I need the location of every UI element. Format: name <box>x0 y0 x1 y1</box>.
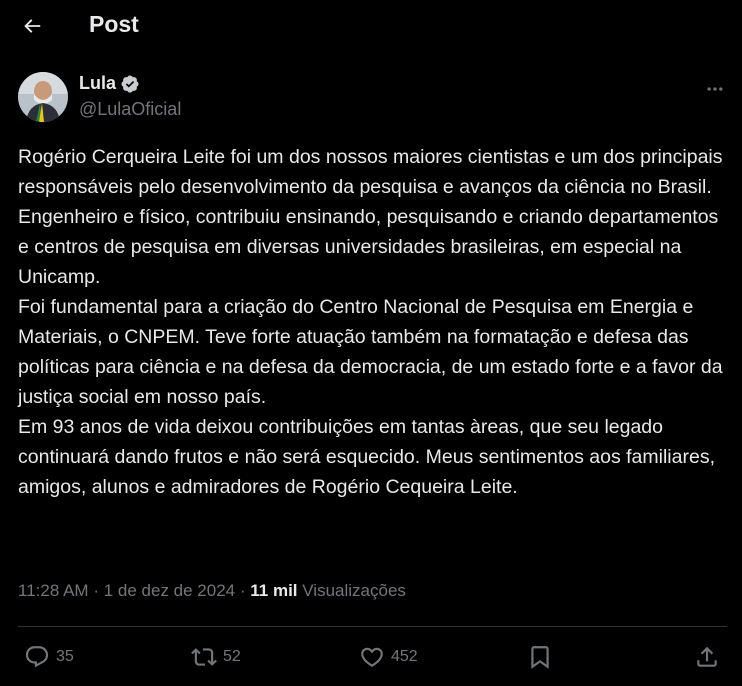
action-bar: 35 52 452 <box>0 636 742 678</box>
post-paragraph: Rogério Cerqueira Leite foi um dos nosso… <box>18 146 723 288</box>
reply-button[interactable]: 35 <box>24 636 74 678</box>
post-text: Rogério Cerqueira Leite foi um dos nosso… <box>18 142 726 502</box>
post-header: Post <box>0 0 742 52</box>
divider <box>18 626 727 627</box>
share-button[interactable] <box>694 636 720 678</box>
post-paragraph: Foi fundamental para a criação do Centro… <box>18 296 723 408</box>
verified-badge-icon <box>121 74 139 93</box>
heart-icon <box>361 647 383 667</box>
repost-button[interactable]: 52 <box>191 636 241 678</box>
like-count: 452 <box>391 648 418 665</box>
page-title: Post <box>89 11 139 37</box>
more-options-button[interactable] <box>704 79 726 99</box>
author-handle[interactable]: @LulaOficial <box>79 99 181 120</box>
avatar[interactable] <box>18 72 68 122</box>
bookmark-button[interactable] <box>527 636 553 678</box>
share-icon <box>697 646 717 667</box>
author-block: Lula @LulaOficial <box>18 71 723 123</box>
arrow-left-icon <box>24 19 41 33</box>
reply-icon <box>25 646 49 668</box>
reply-count: 35 <box>56 648 74 665</box>
post-date[interactable]: 1 de dez de 2024 <box>104 581 235 600</box>
views-label: Visualizações <box>302 581 406 600</box>
name-row: Lula <box>79 73 140 94</box>
bookmark-icon <box>531 646 549 669</box>
like-button[interactable]: 452 <box>359 636 418 678</box>
author-name[interactable]: Lula <box>79 73 116 94</box>
post-time[interactable]: 11:28 AM <box>18 581 89 600</box>
repost-count: 52 <box>223 648 241 665</box>
repost-icon <box>191 648 217 666</box>
post-meta: 11:28 AM · 1 de dez de 2024 · 11 mil Vis… <box>18 581 406 601</box>
post-paragraph: Em 93 anos de vida deixou contribuições … <box>18 416 715 498</box>
views-count[interactable]: 11 mil <box>250 581 297 600</box>
more-horizontal-icon <box>707 87 723 91</box>
meta-separator: · <box>239 581 246 600</box>
meta-separator: · <box>93 581 99 600</box>
back-button[interactable] <box>16 10 48 42</box>
